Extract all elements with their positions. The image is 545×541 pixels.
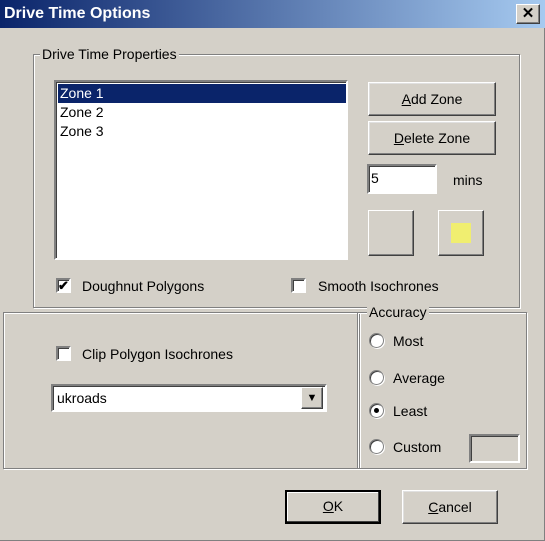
dropdown-button[interactable]: ▼: [301, 387, 323, 409]
accuracy-label: Accuracy: [367, 304, 429, 320]
custom-accuracy-input[interactable]: [469, 434, 520, 463]
outline-color-button[interactable]: [368, 210, 414, 256]
accuracy-average-radio[interactable]: [369, 370, 384, 385]
title-bar[interactable]: Drive Time Options ✕: [0, 0, 545, 28]
doughnut-polygons-checkbox[interactable]: ✔: [56, 278, 71, 293]
accuracy-average-label[interactable]: Average: [393, 369, 445, 387]
accuracy-most-label[interactable]: Most: [393, 332, 423, 350]
accuracy-least-radio[interactable]: [369, 403, 384, 418]
fill-color-button[interactable]: [438, 210, 484, 256]
clip-polygon-label[interactable]: Clip Polygon Isochrones: [82, 345, 233, 363]
add-zone-button[interactable]: Add Zone: [368, 82, 496, 116]
accuracy-custom-radio[interactable]: [369, 439, 384, 454]
cancel-button[interactable]: Cancel: [402, 490, 498, 524]
ok-button[interactable]: OK: [285, 490, 381, 524]
dialog-title: Drive Time Options: [4, 5, 151, 22]
delete-zone-button[interactable]: Delete Zone: [368, 121, 496, 155]
layer-dropdown-value: ukroads: [57, 390, 107, 406]
smooth-isochrones-label[interactable]: Smooth Isochrones: [318, 277, 439, 295]
accuracy-custom-label[interactable]: Custom: [393, 438, 441, 456]
zone-list[interactable]: Zone 1 Zone 2 Zone 3: [54, 80, 348, 260]
accuracy-most-radio[interactable]: [369, 333, 384, 348]
check-icon: ✔: [58, 278, 69, 293]
smooth-isochrones-checkbox[interactable]: [291, 278, 306, 293]
minutes-input[interactable]: 5: [367, 164, 437, 194]
close-button[interactable]: ✕: [516, 4, 540, 24]
radio-selected-dot: [374, 408, 379, 413]
layer-dropdown[interactable]: ukroads ▼: [51, 384, 327, 412]
minutes-unit-label: mins: [453, 172, 483, 188]
accuracy-least-label[interactable]: Least: [393, 402, 427, 420]
zone-list-item[interactable]: Zone 2: [58, 103, 346, 122]
drive-time-options-dialog: Drive Time Options ✕ Drive Time Properti…: [0, 0, 545, 541]
fill-color-swatch: [451, 223, 471, 243]
close-icon: ✕: [521, 5, 535, 22]
drive-time-properties-label: Drive Time Properties: [40, 46, 179, 62]
zone-list-item[interactable]: Zone 3: [58, 122, 346, 141]
zone-list-item[interactable]: Zone 1: [58, 84, 346, 103]
clip-polygon-checkbox[interactable]: [56, 346, 71, 361]
chevron-down-icon: ▼: [306, 392, 318, 404]
doughnut-polygons-label[interactable]: Doughnut Polygons: [82, 277, 204, 295]
